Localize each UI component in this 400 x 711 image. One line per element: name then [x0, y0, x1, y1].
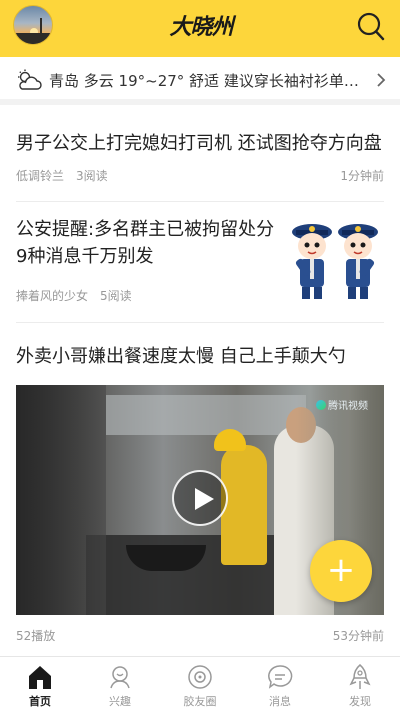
news-author: 捧着风的少女 — [16, 289, 89, 303]
nav-item-home[interactable]: 首页 — [0, 657, 80, 711]
video-source: 腾讯视频 — [328, 401, 368, 412]
home-icon — [29, 666, 51, 689]
plus-icon: + — [326, 550, 356, 590]
news-title: 男子公交上打完媳妇打司机 还试图抢夺方向盘 — [16, 133, 382, 154]
video-source-badge: 腾讯视频 — [316, 399, 378, 415]
news-item[interactable]: 外卖小哥嫌出餐速度太慢 自己上手颠大勺 — [16, 343, 384, 370]
weather-bar[interactable]: 青岛 多云 19°~27° 舒适 建议穿长袖衬衫单裤等... — [0, 57, 400, 105]
chevron-right-icon — [377, 73, 386, 87]
news-reads: 3阅读 — [76, 169, 108, 183]
news-item[interactable]: 男子公交上打完媳妇打司机 还试图抢夺方向盘 低调铃兰 3阅读 1分钟前 — [16, 130, 384, 183]
news-time: 1分钟前 — [340, 169, 384, 183]
interest-icon — [110, 666, 130, 689]
nav-label: 兴趣 — [109, 695, 131, 708]
add-post-button[interactable]: + — [310, 540, 372, 602]
circle-icon — [188, 665, 212, 689]
video-hood — [106, 395, 306, 435]
message-icon — [268, 665, 293, 689]
police-cartoon-thumbnail[interactable] — [286, 216, 384, 302]
video-delivery-man — [221, 445, 267, 565]
video-plays: 52播放 — [16, 629, 56, 643]
nav-label: 消息 — [269, 695, 291, 708]
nav-item-messages[interactable]: 消息 — [240, 657, 320, 711]
news-title: 公安提醒:多名群主已被拘留处分 9种消息千万别发 — [16, 219, 275, 267]
avatar-ground — [14, 33, 52, 44]
divider — [16, 322, 384, 323]
discover-icon — [349, 664, 371, 689]
nav-label: 胶友圈 — [183, 695, 217, 708]
nav-item-interest[interactable]: 兴趣 — [80, 657, 160, 711]
news-time: 53分钟前 — [332, 629, 384, 643]
video-blur-left — [16, 385, 106, 615]
top-bar: 大晓州 — [0, 0, 400, 57]
news-author: 低调铃兰 — [16, 169, 65, 183]
nav-item-discover[interactable]: 发现 — [320, 657, 400, 711]
avatar[interactable] — [13, 5, 53, 45]
nav-label: 首页 — [29, 695, 51, 708]
play-icon — [195, 488, 214, 510]
news-reads: 5阅读 — [100, 289, 132, 303]
app-logo: 大晓州 — [169, 14, 233, 40]
weather-text: 青岛 多云 19°~27° 舒适 建议穿长袖衬衫单裤等... — [49, 72, 364, 90]
search-button[interactable] — [356, 11, 386, 43]
cloudy-weather-icon — [18, 69, 42, 90]
tencent-video-icon — [316, 400, 326, 410]
nav-label: 发现 — [349, 695, 371, 708]
nav-item-circle[interactable]: 胶友圈 — [160, 657, 240, 711]
news-meta: 捧着风的少女 5阅读 — [16, 288, 132, 304]
bottom-nav: 首页 兴趣 胶友圈 消息 发现 — [0, 656, 400, 711]
play-button[interactable] — [172, 470, 228, 526]
news-title: 外卖小哥嫌出餐速度太慢 自己上手颠大勺 — [16, 346, 346, 367]
news-meta: 低调铃兰 3阅读 — [16, 168, 108, 184]
divider — [16, 201, 384, 202]
search-icon — [357, 12, 385, 41]
